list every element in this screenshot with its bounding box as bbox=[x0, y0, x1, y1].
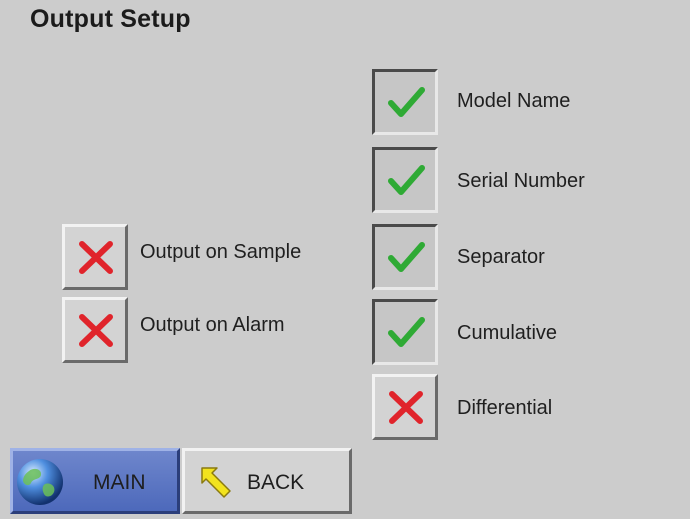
model-name-label: Model Name bbox=[457, 90, 571, 112]
output-on-sample-toggle[interactable] bbox=[62, 224, 128, 290]
serial-number-label: Serial Number bbox=[457, 170, 585, 192]
differential-label: Differential bbox=[457, 397, 553, 419]
checkmark-icon bbox=[388, 242, 425, 272]
back-button-label: BACK bbox=[247, 471, 305, 494]
model-name-toggle[interactable] bbox=[372, 69, 438, 135]
x-icon bbox=[389, 391, 423, 424]
checkmark-icon bbox=[388, 87, 425, 117]
output-setup-screen: Output Setup Output on Sample Output on … bbox=[0, 0, 690, 519]
cumulative-label: Cumulative bbox=[457, 322, 558, 344]
page-title: Output Setup bbox=[30, 5, 191, 33]
checkmark-icon bbox=[388, 317, 425, 347]
separator-label: Separator bbox=[457, 246, 545, 268]
checkmark-icon bbox=[388, 165, 425, 195]
back-arrow-icon bbox=[201, 467, 231, 498]
globe-icon bbox=[17, 459, 63, 505]
output-on-alarm-toggle[interactable] bbox=[62, 297, 128, 363]
main-button-label: MAIN bbox=[93, 471, 146, 494]
main-button[interactable]: MAIN bbox=[10, 448, 180, 514]
separator-toggle[interactable] bbox=[372, 224, 438, 290]
differential-toggle[interactable] bbox=[372, 374, 438, 440]
output-on-alarm-label: Output on Alarm bbox=[140, 314, 285, 336]
cumulative-toggle[interactable] bbox=[372, 299, 438, 365]
back-button[interactable]: BACK bbox=[182, 448, 352, 514]
output-on-sample-label: Output on Sample bbox=[140, 241, 302, 263]
x-icon bbox=[79, 314, 113, 347]
x-icon bbox=[79, 241, 113, 274]
serial-number-toggle[interactable] bbox=[372, 147, 438, 213]
